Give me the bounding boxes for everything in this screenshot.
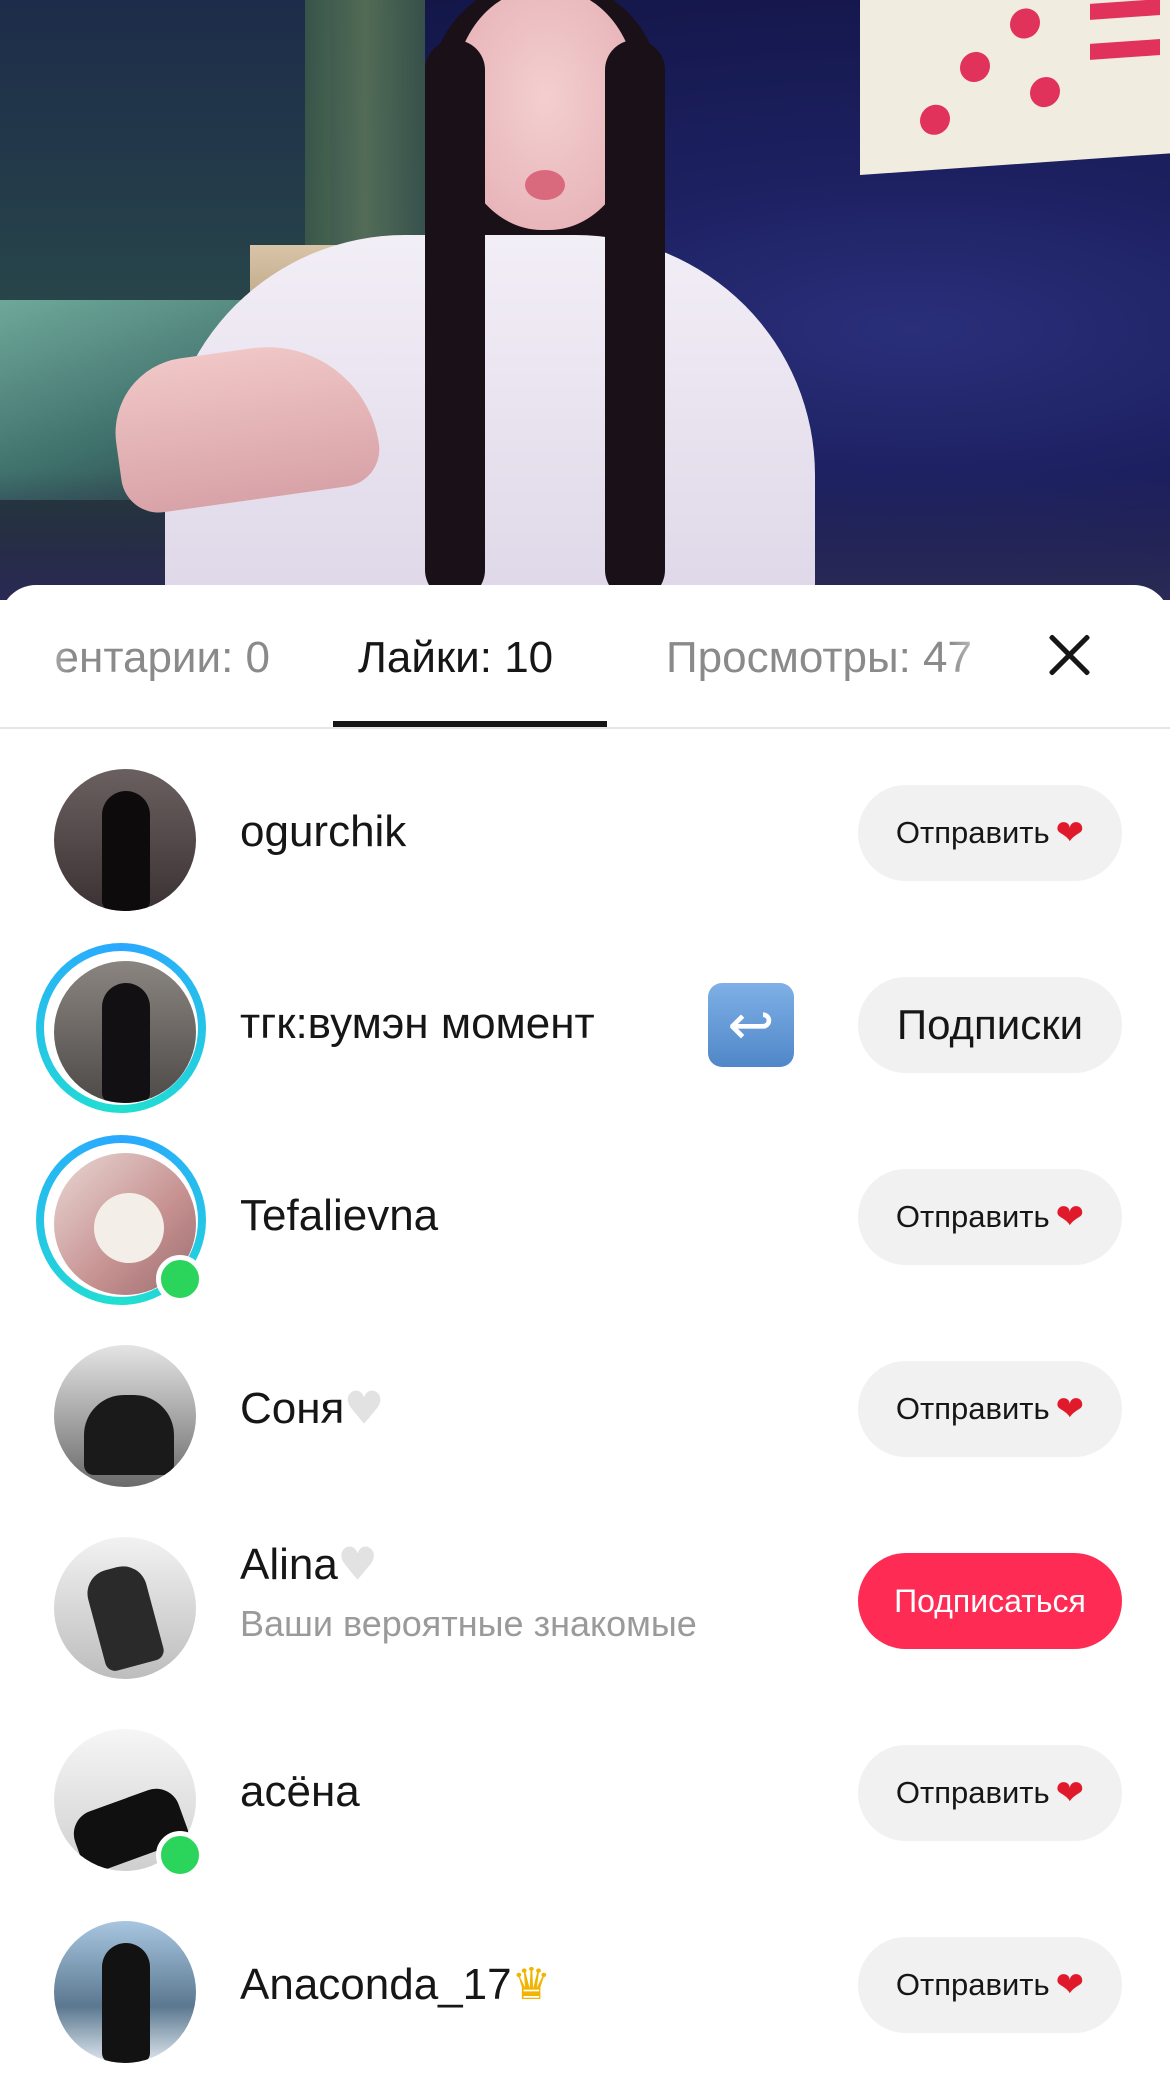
white-heart-icon: ♥ [337,1539,378,1590]
list-item[interactable]: Tefalievna Отправить ❤ [0,1113,1170,1305]
video-poster [860,0,1170,175]
send-button[interactable]: Отправить ❤ [858,1745,1122,1841]
username-text: Anaconda_17 [240,1960,512,2009]
red-heart-icon: ❤ [1055,1197,1085,1237]
avatar[interactable] [36,1135,206,1305]
send-button-label: Отправить [895,1199,1050,1234]
send-button[interactable]: Отправить ❤ [858,1361,1122,1457]
likes-sheet: ентарии: 0 Лайки: 10 Просмотры: 47 ogurc… [0,585,1170,2080]
crown-icon: ♛ [511,1959,552,2010]
list-item[interactable]: тгк:вумэн момент ↩ Подписки [0,921,1170,1113]
username[interactable]: Anaconda_17♛ [240,1959,551,2010]
send-button-label: Отправить [895,1391,1050,1426]
tab-bar: ентарии: 0 Лайки: 10 Просмотры: 47 [0,585,1170,729]
list-item[interactable]: асёна Отправить ❤ [0,1689,1170,1881]
online-status-dot [156,1255,204,1303]
send-button[interactable]: Отправить ❤ [858,1169,1122,1265]
username[interactable]: Tefalievna [240,1191,438,1241]
avatar[interactable] [52,767,198,913]
send-button[interactable]: Отправить ❤ [858,1937,1122,2033]
red-heart-icon: ❤ [1055,1773,1085,1813]
username[interactable]: тгк:вумэн момент [240,999,595,1049]
suggestion-subtitle: Ваши вероятные знакомые [240,1603,697,1644]
following-button[interactable]: Подписки [858,977,1122,1073]
online-status-dot [156,1831,204,1879]
red-heart-icon: ❤ [1055,1965,1085,2005]
list-item[interactable]: ogurchik Отправить ❤ [0,729,1170,921]
send-button-label: Отправить [895,1967,1050,2002]
avatar[interactable] [36,943,206,1113]
tab-likes[interactable]: Лайки: 10 [358,633,553,683]
send-button-label: Отправить [895,1775,1050,1810]
username-text: Alina [240,1540,338,1589]
video-preview[interactable] [0,0,1170,600]
follow-button[interactable]: Подписаться [858,1553,1122,1649]
red-heart-icon: ❤ [1055,813,1085,853]
close-icon[interactable] [1040,625,1100,685]
tab-fade-left [0,615,70,705]
username[interactable]: ogurchik [240,807,406,857]
list-item[interactable]: Соня♥ Отправить ❤ [0,1305,1170,1497]
video-person [105,0,815,600]
username-text: Соня [240,1384,345,1433]
avatar[interactable] [52,1535,198,1681]
list-item[interactable]: Anaconda_17♛ Отправить ❤ [0,1881,1170,2073]
send-button-label: Отправить [895,815,1050,850]
avatar[interactable] [52,1919,198,2065]
avatar[interactable] [52,1343,198,1489]
tab-fade-right [950,615,1020,705]
username[interactable]: Alina♥ [240,1539,377,1590]
username[interactable]: Соня♥ [240,1383,384,1434]
return-arrow-icon: ↩ [708,983,794,1067]
active-tab-indicator [333,721,607,727]
avatar[interactable] [52,1727,204,1879]
username[interactable]: асёна [240,1767,360,1817]
red-heart-icon: ❤ [1055,1389,1085,1429]
send-button[interactable]: Отправить ❤ [858,785,1122,881]
list-item[interactable]: Alina♥ Ваши вероятные знакомые Подписать… [0,1497,1170,1689]
white-heart-icon: ♥ [344,1383,384,1434]
